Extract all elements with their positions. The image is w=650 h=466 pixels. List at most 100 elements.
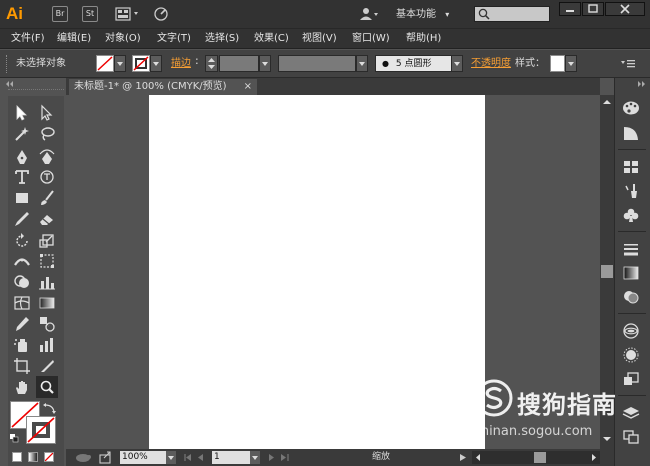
shape-builder-tool[interactable] <box>13 273 31 291</box>
horizontal-scrollbar[interactable] <box>472 451 600 464</box>
menu-view[interactable]: 视图(V) <box>302 29 337 49</box>
column-graph-tool[interactable] <box>38 336 56 354</box>
gradient-tool[interactable] <box>38 294 56 312</box>
minimize-button[interactable] <box>559 2 581 16</box>
bridge-button[interactable]: Br <box>52 6 68 22</box>
control-bar-grip[interactable] <box>6 55 9 73</box>
document-tab[interactable]: 未标题-1* @ 100% (CMYK/预览) × <box>69 79 257 95</box>
type-tool[interactable] <box>13 168 31 186</box>
slice-tool[interactable] <box>38 357 56 375</box>
share-button[interactable] <box>99 451 113 464</box>
menu-file[interactable]: 文件(F) <box>11 29 45 49</box>
stroke-swatch[interactable] <box>132 55 150 72</box>
graph-tool[interactable] <box>38 273 56 291</box>
scale-tool[interactable] <box>38 232 56 250</box>
free-transform-tool[interactable] <box>38 252 56 270</box>
next-last-artboard-buttons[interactable] <box>264 451 292 464</box>
profile-dropdown[interactable] <box>356 55 368 72</box>
stroke-dropdown[interactable] <box>150 55 162 72</box>
rectangle-tool[interactable] <box>13 189 31 207</box>
appearance-panel-button[interactable] <box>621 323 641 339</box>
transparency-panel-button[interactable] <box>621 289 641 305</box>
pencil-tool[interactable] <box>13 210 31 228</box>
menu-edit[interactable]: 编辑(E) <box>57 29 91 49</box>
stroke-weight-dropdown[interactable] <box>259 55 271 72</box>
fill-swatch[interactable] <box>96 55 114 72</box>
maximize-button[interactable] <box>582 2 604 16</box>
gpu-performance-button[interactable] <box>150 6 172 22</box>
default-fill-stroke-button[interactable] <box>10 434 19 443</box>
stroke-weight-field[interactable] <box>219 55 259 72</box>
workspace-switcher[interactable]: 基本功能 ▾ <box>396 6 462 23</box>
fill-dropdown[interactable] <box>114 55 126 72</box>
gradient-panel-button[interactable] <box>621 265 641 281</box>
first-previous-artboard-buttons[interactable] <box>182 451 210 464</box>
tools-grip[interactable] <box>8 89 64 94</box>
close-window-button[interactable] <box>605 2 645 16</box>
stroke-weight-stepper[interactable] <box>205 55 218 72</box>
blend-tool[interactable] <box>38 315 56 333</box>
stroke-color-widget[interactable] <box>26 416 56 444</box>
symbols-panel-button[interactable] <box>621 207 641 223</box>
menu-help[interactable]: 帮助(H) <box>406 29 441 49</box>
opacity-panel-link[interactable]: 不透明度 <box>471 50 511 78</box>
rotate-tool[interactable] <box>13 232 31 250</box>
graphic-style-swatch[interactable] <box>550 55 565 72</box>
paintbrush-tool[interactable] <box>38 189 56 207</box>
menu-object[interactable]: 对象(O) <box>105 29 141 49</box>
brush-definition-field[interactable]: ● 5 点圆形 <box>375 55 463 72</box>
gradient-mode-button[interactable] <box>28 452 38 462</box>
color-panel-button[interactable] <box>621 100 641 116</box>
zoom-dropdown[interactable] <box>166 451 176 464</box>
color-mode-button[interactable] <box>12 452 22 462</box>
touch-type-tool[interactable] <box>38 168 56 186</box>
artboards-panel-button[interactable] <box>621 429 641 445</box>
magic-wand-tool[interactable] <box>13 125 31 143</box>
eraser-tool[interactable] <box>38 210 56 228</box>
symbol-sprayer-tool[interactable] <box>13 336 31 354</box>
close-tab-icon[interactable]: × <box>244 79 252 95</box>
menu-effect[interactable]: 效果(C) <box>254 29 289 49</box>
brushes-panel-button[interactable] <box>621 183 641 199</box>
brush-dropdown[interactable] <box>451 55 463 72</box>
tools-collapse-toggle[interactable] <box>4 80 64 88</box>
zoom-tool[interactable] <box>36 376 58 398</box>
lasso-tool[interactable] <box>38 125 56 143</box>
swap-fill-stroke-button[interactable] <box>43 402 57 414</box>
direct-selection-tool[interactable] <box>38 104 56 122</box>
stroke-panel-link[interactable]: 描边 <box>171 50 191 78</box>
eraser-icon <box>40 215 53 225</box>
graphic-style-dropdown[interactable] <box>565 55 577 72</box>
arrange-documents-button[interactable] <box>115 6 141 22</box>
hand-tool[interactable] <box>13 378 31 396</box>
menu-window[interactable]: 窗口(W) <box>352 29 390 49</box>
none-mode-button[interactable] <box>44 452 54 462</box>
dock-expand-toggle[interactable] <box>616 80 648 88</box>
pen-tool[interactable] <box>13 148 31 166</box>
layers-panel-button[interactable] <box>621 405 641 421</box>
stock-button[interactable]: St <box>82 6 98 22</box>
cloud-status-button[interactable] <box>73 451 95 464</box>
graphic-styles-panel-button[interactable] <box>621 347 641 363</box>
variable-width-profile[interactable] <box>278 55 356 72</box>
stroke-panel-button[interactable] <box>621 241 641 257</box>
artboard-tool[interactable] <box>13 357 31 375</box>
image-trace-panel-button[interactable] <box>621 371 641 387</box>
help-search-input[interactable] <box>474 6 550 22</box>
artboard[interactable] <box>149 95 485 449</box>
menu-type[interactable]: 文字(T) <box>157 29 191 49</box>
mesh-tool[interactable] <box>13 294 31 312</box>
vertical-scroll-thumb[interactable] <box>601 265 613 278</box>
artboard-dropdown[interactable] <box>250 451 260 464</box>
width-tool[interactable] <box>13 252 31 270</box>
curvature-tool[interactable] <box>38 148 56 166</box>
horizontal-scroll-thumb[interactable] <box>534 452 546 463</box>
status-menu-button[interactable] <box>458 451 468 464</box>
selection-tool[interactable] <box>13 104 31 122</box>
sync-settings-button[interactable] <box>358 6 380 22</box>
menu-select[interactable]: 选择(S) <box>205 29 239 49</box>
control-panel-menu-button[interactable] <box>620 57 636 71</box>
color-guide-panel-button[interactable] <box>621 125 641 141</box>
swatches-panel-button[interactable] <box>621 159 641 175</box>
eyedropper-tool[interactable] <box>13 315 31 333</box>
